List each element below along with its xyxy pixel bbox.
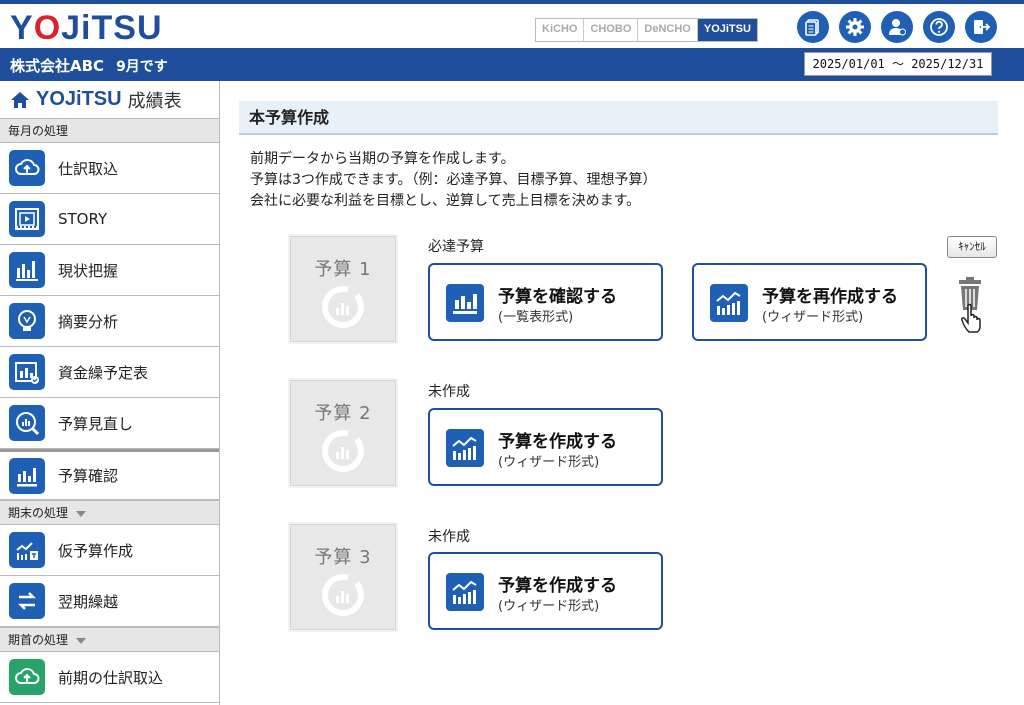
sidebar-item-label: 現状把握 [58, 261, 119, 280]
company-bar: 株式会社ABC 9月です 2025/01/01 ～ 2025/12/31 [0, 48, 1024, 81]
wizard-chart-icon [446, 429, 484, 467]
sidebar-item-carryover[interactable]: 翌期繰越 [0, 576, 219, 627]
trash-icon[interactable] [953, 274, 997, 338]
chevron-down-icon [76, 510, 87, 517]
app-logo[interactable]: YOJiTSU [10, 8, 163, 48]
wizard-chart-icon [446, 573, 484, 611]
sidebar-item-label: 予算確認 [58, 467, 119, 485]
sidebar-item-label: 摘要分析 [58, 312, 119, 331]
arrows-icon [9, 583, 45, 619]
sidebar-item-temp-budget[interactable]: 仮予算作成 [0, 525, 219, 576]
current-month: 9月です [116, 59, 168, 75]
donut-chart-icon [322, 286, 364, 328]
film-icon [9, 201, 45, 237]
budget-card-3: 予算 3 [290, 524, 396, 630]
sidebar-item-cashflow[interactable]: 資金繰予定表 [0, 347, 219, 398]
confirm-budget-button[interactable]: 予算を確認する (一覧表形式) [428, 263, 663, 341]
page-title: 本予算作成 [239, 101, 998, 135]
sidebar-item-label: 翌期繰越 [58, 592, 119, 611]
budget-card-1: 予算 1 [290, 236, 396, 342]
budget-card-2: 予算 2 [290, 380, 396, 486]
magnifier-chart-icon [9, 405, 45, 441]
logout-icon[interactable] [965, 11, 997, 43]
cloud-upload-icon [9, 150, 45, 186]
sidebar: YOJiTSU 成績表 毎月の処理 仕訳取込 STORY 現状把握 摘要分析 資金… [0, 81, 220, 705]
document-icon[interactable] [797, 11, 829, 43]
sidebar-item-label: 前期の仕訳取込 [58, 668, 164, 687]
fiscal-date-range: 2025/01/01 ～ 2025/12/31 [804, 52, 992, 76]
sidebar-subtitle: 成績表 [127, 90, 182, 112]
company-name: 株式会社ABC [10, 57, 105, 75]
donut-chart-icon [322, 574, 364, 616]
home-icon [11, 91, 29, 108]
budget-status-3: 未作成 [428, 529, 470, 545]
budget-check-icon [9, 457, 45, 494]
wizard-chart-icon [710, 284, 748, 322]
bar-chart-icon [9, 252, 45, 288]
table-chart-icon [446, 284, 484, 322]
calendar-chart-icon [9, 354, 45, 390]
bulb-icon [9, 303, 45, 339]
sidebar-item-story[interactable]: STORY [0, 194, 219, 245]
tab-kicho[interactable]: KiCHO [536, 19, 585, 41]
product-tabs: KiCHO CHOBO DeNCHO YOJiTSU [535, 18, 758, 42]
page-description: 前期データから当期の予算を作成します。 予算は3つ作成できます。（例：必達予算、… [250, 151, 657, 209]
sidebar-item-summary-analysis[interactable]: 摘要分析 [0, 296, 219, 347]
main-content: 本予算作成 前期データから当期の予算を作成します。 予算は3つ作成できます。（例… [220, 81, 1024, 705]
sidebar-item-label: STORY [58, 210, 108, 228]
sidebar-item-status[interactable]: 現状把握 [0, 245, 219, 296]
app-header: YOJiTSU KiCHO CHOBO DeNCHO YOJiTSU [0, 4, 1024, 48]
donut-chart-icon [322, 430, 364, 472]
cloud-upload-icon [9, 659, 45, 695]
header-icon-group [797, 11, 997, 43]
budget-status-1: 必達予算 [428, 239, 484, 255]
section-monthly: 毎月の処理 [0, 118, 219, 143]
section-year-end[interactable]: 期末の処理 [0, 500, 219, 525]
user-icon[interactable] [881, 11, 913, 43]
sidebar-title[interactable]: YOJiTSU 成績表 [0, 81, 219, 118]
sidebar-logo: YOJiTSU [36, 88, 122, 110]
temp-budget-icon [9, 532, 45, 568]
tab-yojitsu[interactable]: YOJiTSU [697, 19, 757, 41]
sidebar-item-label: 仮予算作成 [58, 541, 134, 560]
sidebar-item-label: 仕訳取込 [58, 159, 119, 178]
sidebar-item-prev-journal-import[interactable]: 前期の仕訳取込 [0, 652, 219, 703]
create-budget-3-button[interactable]: 予算を作成する (ウィザード形式) [428, 552, 663, 630]
sidebar-item-label: 資金繰予定表 [58, 363, 149, 382]
chevron-down-icon [76, 637, 87, 644]
create-budget-2-button[interactable]: 予算を作成する (ウィザード形式) [428, 408, 663, 486]
budget-status-2: 未作成 [428, 384, 470, 400]
company-info: 株式会社ABC 9月です [10, 55, 168, 76]
sidebar-item-journal-import[interactable]: 仕訳取込 [0, 143, 219, 194]
gear-icon[interactable] [839, 11, 871, 43]
tab-dencho[interactable]: DeNCHO [638, 19, 698, 41]
section-year-start[interactable]: 期首の処理 [0, 627, 219, 652]
sidebar-item-budget-review[interactable]: 予算見直し [0, 398, 219, 449]
sidebar-item-label: 予算見直し [58, 414, 134, 433]
sidebar-item-budget-check[interactable]: 予算確認 [0, 449, 219, 500]
recreate-budget-button[interactable]: 予算を再作成する (ウィザード形式) [692, 263, 927, 341]
tab-chobo[interactable]: CHOBO [584, 19, 639, 41]
cancel-button[interactable]: ｷｬﾝｾﾙ [947, 236, 997, 258]
help-icon[interactable] [923, 11, 955, 43]
